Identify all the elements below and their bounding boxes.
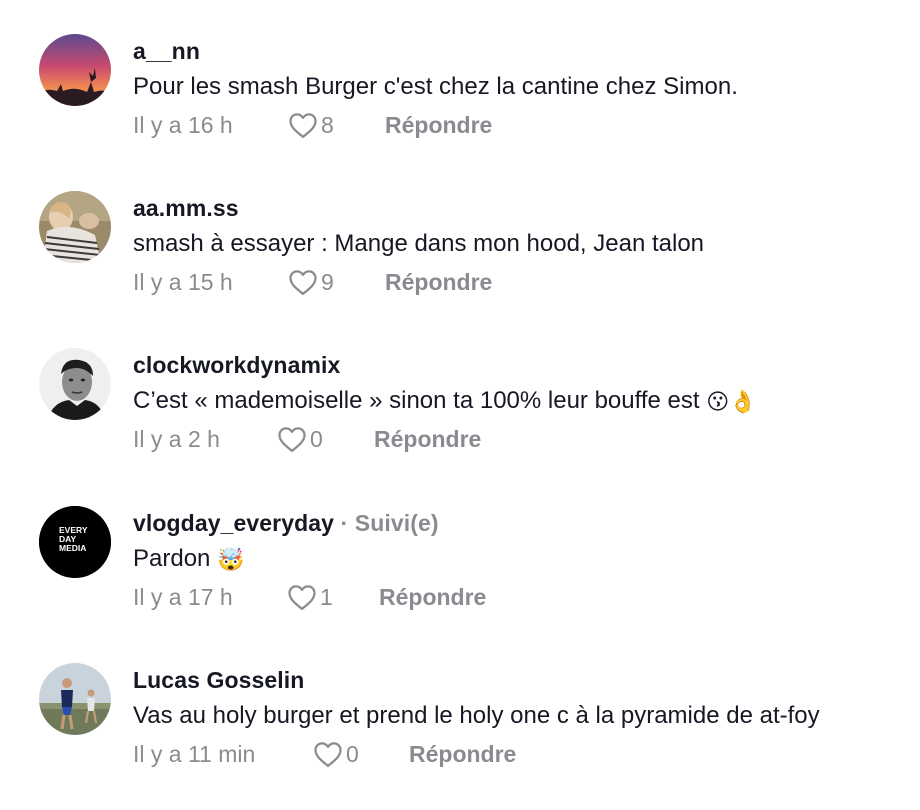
runners-avatar-image	[39, 663, 111, 735]
reply-button[interactable]: Répondre	[385, 267, 492, 297]
reply-button[interactable]: Répondre	[385, 110, 492, 140]
comment-username-row: vlogday_everyday · Suivi(e)	[133, 510, 439, 537]
comment-username[interactable]: vlogday_everyday	[133, 510, 334, 536]
heart-icon	[288, 585, 316, 610]
comment-item: Lucas Gosselin Vas au holy burger et pre…	[0, 663, 920, 783]
reply-button[interactable]: Répondre	[409, 739, 516, 769]
comment-emoji: 🤯	[217, 548, 245, 573]
comment-text-row: C’est « mademoiselle » sinon ta 100% leu…	[133, 387, 757, 417]
heart-icon	[278, 427, 306, 452]
comment-time: Il y a 2 h	[133, 426, 220, 452]
like-count: 0	[310, 426, 323, 452]
like-button[interactable]: 9	[288, 267, 334, 297]
comment-time: Il y a 16 h	[133, 112, 233, 138]
heart-icon	[289, 270, 317, 295]
like-button[interactable]: 0	[277, 424, 323, 454]
comment-time: Il y a 11 min	[133, 741, 256, 767]
person-avatar-image	[39, 191, 111, 263]
heart-icon	[289, 113, 317, 138]
like-count: 1	[320, 584, 333, 610]
comment-item: aa.mm.ss smash à essayer : Mange dans mo…	[0, 191, 920, 311]
reply-button[interactable]: Répondre	[379, 582, 486, 612]
like-count: 8	[321, 112, 334, 138]
heart-icon	[314, 742, 342, 767]
sunset-avatar-image	[39, 34, 111, 106]
avatar[interactable]	[39, 663, 111, 735]
comment-item: EVERY DAY MEDIA vlogday_everyday · Suivi…	[0, 506, 920, 626]
comment-item: a__nn Pour les smash Burger c'est chez l…	[0, 34, 920, 154]
comment-text: Pour les smash Burger c'est chez la cant…	[133, 73, 738, 100]
comment-item: clockworkdynamix C’est « mademoiselle » …	[0, 348, 920, 468]
logo-line-3: MEDIA	[59, 543, 86, 553]
followed-label: · Suivi(e)	[334, 510, 439, 536]
like-button[interactable]: 8	[288, 110, 334, 140]
like-button[interactable]: 0	[313, 739, 359, 769]
avatar[interactable]	[39, 34, 111, 106]
comment-time: Il y a 17 h	[133, 584, 233, 610]
comment-text: Pardon	[133, 545, 211, 572]
reply-button[interactable]: Répondre	[374, 424, 481, 454]
comment-username[interactable]: a__nn	[133, 38, 200, 65]
comment-text: Vas au holy burger et prend le holy one …	[133, 702, 820, 729]
like-count: 0	[346, 741, 359, 767]
comment-emoji: 😗👌	[706, 390, 757, 415]
like-button[interactable]: 1	[287, 582, 333, 612]
comment-text-row: Pardon 🤯	[133, 545, 244, 575]
like-count: 9	[321, 269, 334, 295]
comment-time: Il y a 15 h	[133, 269, 233, 295]
comment-text: C’est « mademoiselle » sinon ta 100% leu…	[133, 387, 700, 414]
avatar[interactable]	[39, 348, 111, 420]
portrait-avatar-image	[39, 348, 111, 420]
comment-username[interactable]: Lucas Gosselin	[133, 667, 304, 694]
avatar[interactable]	[39, 191, 111, 263]
comment-username[interactable]: clockworkdynamix	[133, 352, 340, 379]
comment-username[interactable]: aa.mm.ss	[133, 195, 239, 222]
avatar[interactable]: EVERY DAY MEDIA	[39, 506, 111, 578]
everyday-media-logo: EVERY DAY MEDIA	[39, 506, 111, 578]
comment-text: smash à essayer : Mange dans mon hood, J…	[133, 230, 705, 257]
